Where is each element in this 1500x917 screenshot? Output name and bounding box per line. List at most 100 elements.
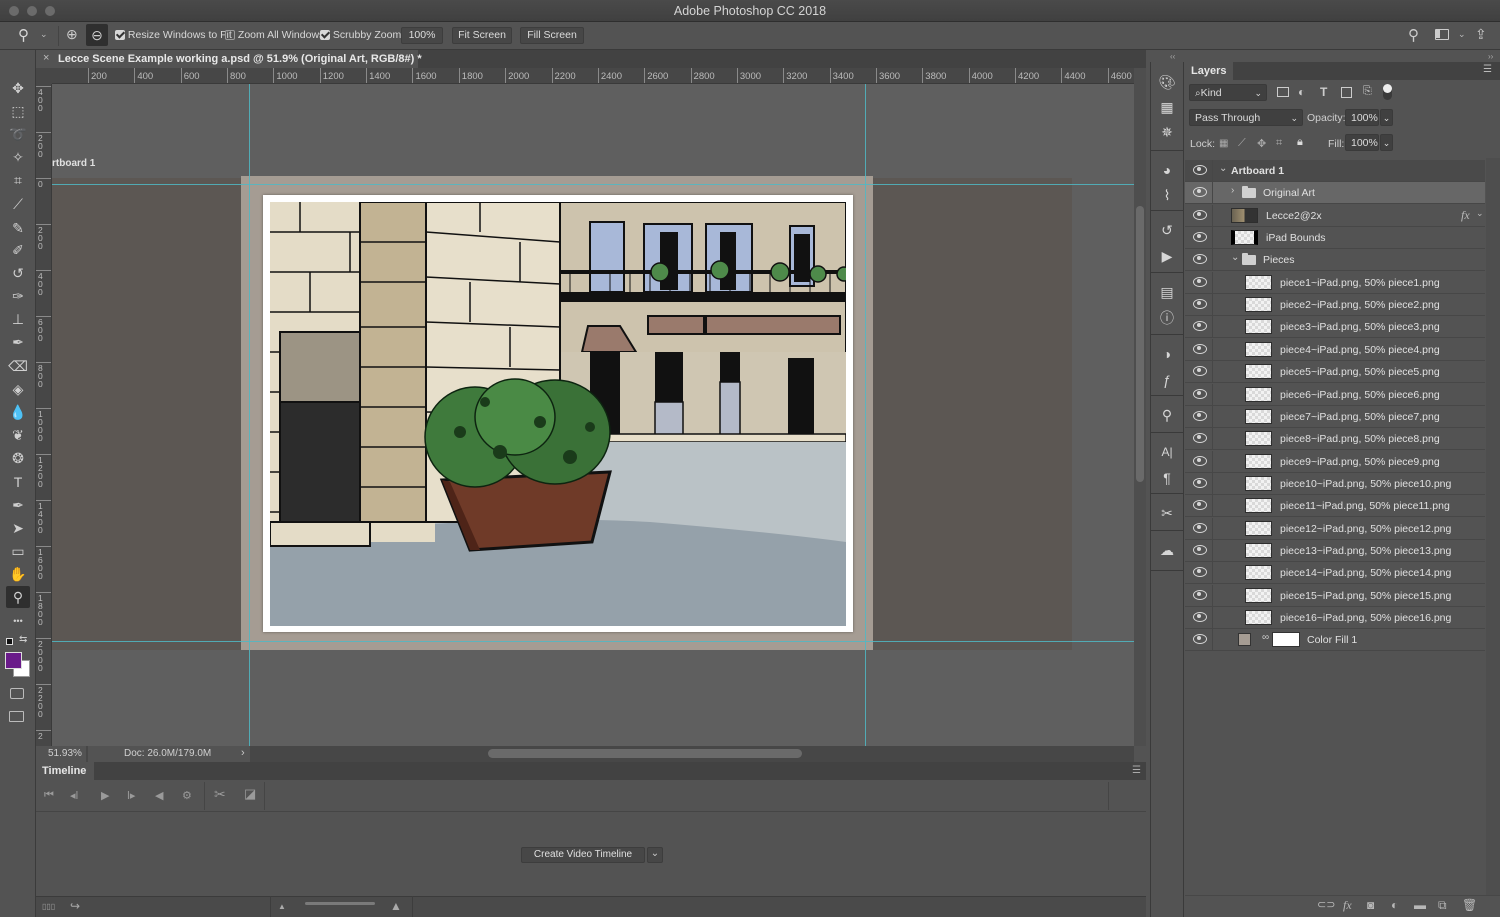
lock-position-icon[interactable]: ✥ <box>1257 137 1266 150</box>
fx-icon[interactable]: fx <box>1343 898 1352 913</box>
layer-name[interactable]: piece10~iPad.png, 50% piece10.png <box>1280 478 1451 490</box>
visibility-toggle[interactable] <box>1185 562 1213 585</box>
new-layer-icon[interactable]: ⧉ <box>1438 898 1447 913</box>
clone-stamp-tool-icon[interactable]: ⊥ <box>6 308 30 330</box>
expand-effects-icon[interactable]: ⌄ <box>1476 208 1484 219</box>
quick-mask-icon[interactable] <box>10 688 24 699</box>
filter-pixel-icon[interactable] <box>1277 87 1289 97</box>
mask-thumbnail[interactable] <box>1272 632 1300 648</box>
layer-name[interactable]: piece2~iPad.png, 50% piece2.png <box>1280 299 1440 311</box>
horizontal-ruler[interactable]: 200 400 600 800 1000 1200 1400 1600 1800 2000 2200… <box>52 68 1134 84</box>
layer-row[interactable]: piece6~iPad.png, 50% piece6.png <box>1185 383 1485 406</box>
crop-tool-icon[interactable]: ⌗ <box>6 169 30 191</box>
first-frame-icon[interactable]: ⏮ <box>44 789 54 802</box>
filter-toggle[interactable] <box>1383 84 1392 100</box>
fill-field[interactable]: 100% <box>1345 134 1379 151</box>
visibility-toggle[interactable] <box>1185 338 1213 361</box>
visibility-toggle[interactable] <box>1185 472 1213 495</box>
character-icon[interactable]: A| <box>1157 442 1177 462</box>
workspace-icon[interactable] <box>1435 29 1449 40</box>
timeline-zoom-slider[interactable] <box>305 902 375 905</box>
visibility-toggle[interactable] <box>1185 405 1213 428</box>
paint-bucket-tool-icon[interactable]: ◈ <box>6 378 30 400</box>
horizontal-scrollbar[interactable] <box>488 749 802 758</box>
navigator-icon[interactable]: ✵ <box>1157 122 1177 142</box>
layer-name[interactable]: piece9~iPad.png, 50% piece9.png <box>1280 456 1440 468</box>
zoom-in-icon[interactable]: ⊕ <box>66 26 78 43</box>
status-zoom[interactable]: 51.93% <box>36 746 86 762</box>
visibility-toggle[interactable] <box>1185 249 1213 272</box>
mixer-brush-tool-icon[interactable]: ✑ <box>6 285 30 307</box>
layer-row[interactable]: piece10~iPad.png, 50% piece10.png <box>1185 472 1485 495</box>
vertical-ruler[interactable]: 400 200 0 200 400 600 800 1000 1200 1400 1600 1800 2… <box>36 84 52 746</box>
layer-row[interactable]: piece11~iPad.png, 50% piece11.png <box>1185 495 1485 518</box>
color-swatches-icon[interactable]: 🎨︎ <box>1157 72 1177 92</box>
layer-name[interactable]: piece14~iPad.png, 50% piece14.png <box>1280 567 1451 579</box>
scrubby-zoom-checkbox[interactable]: Scrubby Zoom <box>320 29 401 41</box>
history-brush-tool-icon[interactable]: ↺ <box>6 262 30 284</box>
more-tools-icon[interactable]: ••• <box>6 610 30 632</box>
search-icon[interactable]: ⚲ <box>1408 26 1419 44</box>
info-icon[interactable]: ⓘ <box>1157 308 1177 328</box>
trash-icon[interactable]: 🗑︎ <box>1462 898 1477 912</box>
audio-icon[interactable]: ◀ <box>155 789 163 802</box>
close-tab-icon[interactable]: × <box>43 52 49 64</box>
layer-row[interactable]: piece1~iPad.png, 50% piece1.png <box>1185 271 1485 294</box>
foreground-color-swatch[interactable] <box>5 652 22 669</box>
zoom-percent-field[interactable]: 100% <box>401 27 443 44</box>
mask-link-icon[interactable]: ∞ <box>1262 632 1269 643</box>
pencil-tool-icon[interactable]: ✐ <box>6 239 30 261</box>
visibility-toggle[interactable] <box>1185 204 1213 227</box>
visibility-toggle[interactable] <box>1185 361 1213 384</box>
layer-row[interactable]: piece13~iPad.png, 50% piece13.png <box>1185 539 1485 562</box>
tool-presets-icon[interactable]: ✂ <box>1157 503 1177 523</box>
lock-pixels-icon[interactable]: ⟋ <box>1238 137 1246 150</box>
guide-horizontal-top[interactable] <box>52 184 1134 185</box>
visibility-toggle[interactable] <box>1185 383 1213 406</box>
share-icon[interactable]: ⇪ <box>1475 26 1487 43</box>
layer-name[interactable]: piece4~iPad.png, 50% piece4.png <box>1280 344 1440 356</box>
layer-row[interactable]: piece12~iPad.png, 50% piece12.png <box>1185 517 1485 540</box>
layers-tab[interactable]: Layers <box>1185 62 1233 80</box>
zoom-out-icon[interactable]: ⊖ <box>86 24 108 46</box>
hand-tool-icon[interactable]: ✋ <box>6 563 30 585</box>
layers-menu-icon[interactable]: ☰ <box>1483 64 1492 75</box>
layer-row[interactable]: ∞ Color Fill 1 <box>1185 629 1485 652</box>
layer-name[interactable]: piece13~iPad.png, 50% piece13.png <box>1280 545 1451 557</box>
visibility-toggle[interactable] <box>1185 160 1213 182</box>
grid-icon[interactable]: ▦ <box>1157 97 1177 117</box>
layer-row[interactable]: iPad Bounds <box>1185 227 1485 250</box>
new-group-icon[interactable]: ▬ <box>1414 898 1426 912</box>
status-menu-arrow[interactable]: › <box>241 747 245 759</box>
document-canvas[interactable]: rtboard 1 <box>52 84 1134 746</box>
timeline-type-dropdown[interactable]: ⌄ <box>647 847 663 863</box>
frame-animation-icon[interactable]: ▯▯▯ <box>42 902 55 911</box>
lock-artboard-icon[interactable]: ⌗ <box>1276 137 1282 150</box>
layer-name[interactable]: piece1~iPad.png, 50% piece1.png <box>1280 277 1440 289</box>
layer-row[interactable]: piece7~iPad.png, 50% piece7.png <box>1185 405 1485 428</box>
layer-name[interactable]: Pieces <box>1263 254 1295 266</box>
blur-tool-icon[interactable]: 💧 <box>6 401 30 423</box>
zoom-tool-icon[interactable]: ⚲ <box>6 586 30 608</box>
properties-icon[interactable]: ▤ <box>1157 282 1177 302</box>
move-tool-icon[interactable]: ✥ <box>6 77 30 99</box>
collapse-dock-icon[interactable]: ‹‹ <box>1170 52 1175 61</box>
paths-icon[interactable]: ⌇ <box>1157 185 1177 205</box>
styles-icon[interactable]: ƒ <box>1157 370 1177 390</box>
add-mask-icon[interactable]: ◙ <box>1367 898 1374 912</box>
opacity-dropdown[interactable]: ⌄ <box>1380 109 1393 126</box>
zoom-tool-preset-icon[interactable]: ⚲ <box>18 26 29 44</box>
visibility-toggle[interactable] <box>1185 316 1213 339</box>
layer-name[interactable]: piece7~iPad.png, 50% piece7.png <box>1280 411 1440 423</box>
rectangle-tool-icon[interactable]: ▭ <box>6 540 30 562</box>
layer-row[interactable]: piece2~iPad.png, 50% piece2.png <box>1185 294 1485 317</box>
expand-panels-icon[interactable]: ›› <box>1488 52 1493 61</box>
layer-name[interactable]: piece3~iPad.png, 50% piece3.png <box>1280 321 1440 333</box>
chevron-down-icon[interactable]: ⌄ <box>1231 252 1239 263</box>
visibility-toggle[interactable] <box>1185 182 1213 205</box>
layer-name[interactable]: Color Fill 1 <box>1307 634 1357 646</box>
adjustments-icon[interactable]: ◑ <box>1157 344 1177 364</box>
prev-frame-icon[interactable]: ◂ǀ <box>70 789 78 802</box>
layer-row[interactable]: piece9~iPad.png, 50% piece9.png <box>1185 450 1485 473</box>
eyedropper-tool-icon[interactable]: ⟋ <box>6 193 30 215</box>
